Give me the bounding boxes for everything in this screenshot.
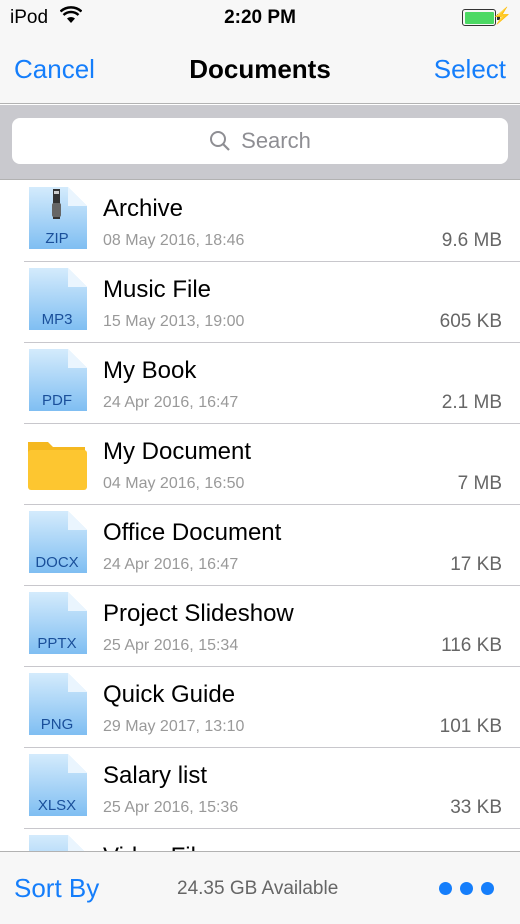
file-list: ZIP Archive 08 May 2016, 18:46 9.6 MB MP3 Mus… [0, 181, 520, 910]
file-size: 605 KB [439, 311, 502, 332]
file-date: 25 Apr 2016, 15:36 [103, 799, 239, 816]
search-icon [210, 131, 230, 151]
zip-file-icon: ZIP [29, 187, 87, 249]
file-size: 2.1 MB [441, 392, 502, 413]
file-row[interactable]: MP3 Music File 15 May 2013, 19:00 605 KB [24, 262, 520, 343]
file-name: Office Document [103, 519, 282, 546]
file-date: 24 Apr 2016, 16:47 [103, 394, 239, 411]
file-row[interactable]: DOCX Office Document 24 Apr 2016, 16:47 17 … [24, 505, 520, 586]
sort-by-button[interactable]: Sort By [14, 873, 99, 904]
file-name: My Document [103, 438, 252, 465]
bottom-toolbar: Sort By 24.35 GB Available [0, 851, 520, 924]
file-date: 15 May 2013, 19:00 [103, 313, 245, 330]
file-row[interactable]: My Document 04 May 2016, 16:50 7 MB [24, 424, 520, 505]
file-size: 101 KB [439, 716, 502, 737]
svg-text:XLSX: XLSX [38, 797, 76, 814]
file-date: 08 May 2016, 18:46 [103, 232, 245, 249]
file-name: Archive [103, 195, 184, 222]
search-bar: Search [0, 105, 520, 180]
svg-text:DOCX: DOCX [35, 554, 78, 571]
file-name: Project Slideshow [103, 600, 294, 627]
file-size: 9.6 MB [441, 230, 502, 251]
file-icon: PNG [29, 673, 87, 735]
file-name: Quick Guide [103, 681, 236, 708]
file-row[interactable]: XLSX Salary list 25 Apr 2016, 15:36 33 KB [24, 748, 520, 829]
file-icon: DOCX [29, 511, 87, 573]
more-dots-icon[interactable] [439, 882, 494, 895]
file-icon: XLSX [29, 754, 87, 816]
file-icon: PPTX [29, 592, 87, 654]
file-size: 7 MB [457, 473, 502, 494]
file-date: 04 May 2016, 16:50 [103, 475, 245, 492]
folder-icon [28, 442, 87, 490]
file-size: 116 KB [441, 635, 502, 656]
file-icon: MP3 [29, 268, 87, 330]
file-size: 17 KB [450, 554, 502, 575]
svg-text:PDF: PDF [42, 392, 72, 409]
file-size: 33 KB [450, 797, 502, 818]
navigation-bar: Cancel Documents Select [0, 40, 520, 104]
svg-text:PNG: PNG [41, 716, 74, 733]
search-input[interactable]: Search [12, 118, 508, 164]
battery-icon [462, 9, 500, 26]
file-name: My Book [103, 357, 197, 384]
file-icon: PDF [29, 349, 87, 411]
file-date: 25 Apr 2016, 15:34 [103, 637, 239, 654]
clock: 2:20 PM [224, 7, 296, 28]
file-date: 29 May 2017, 13:10 [103, 718, 245, 735]
svg-text:ZIP: ZIP [45, 230, 68, 247]
svg-text:PPTX: PPTX [37, 635, 76, 652]
file-row[interactable]: PDF My Book 24 Apr 2016, 16:47 2.1 MB [24, 343, 520, 424]
svg-text:MP3: MP3 [42, 311, 73, 328]
file-row[interactable]: PNG Quick Guide 29 May 2017, 13:10 101 KB [24, 667, 520, 748]
search-placeholder: Search [241, 128, 311, 153]
file-row[interactable]: ZIP Archive 08 May 2016, 18:46 9.6 MB [24, 181, 520, 262]
select-button[interactable]: Select [434, 54, 506, 85]
charging-icon: ⚡ [492, 8, 512, 25]
file-name: Music File [103, 276, 212, 303]
file-row[interactable]: PPTX Project Slideshow 25 Apr 2016, 15:34 1… [24, 586, 520, 667]
file-name: Salary list [103, 762, 208, 789]
file-date: 24 Apr 2016, 16:47 [103, 556, 239, 573]
status-bar: iPod 2:20 PM ⚡ [0, 0, 520, 40]
storage-available: 24.35 GB Available [177, 878, 339, 899]
